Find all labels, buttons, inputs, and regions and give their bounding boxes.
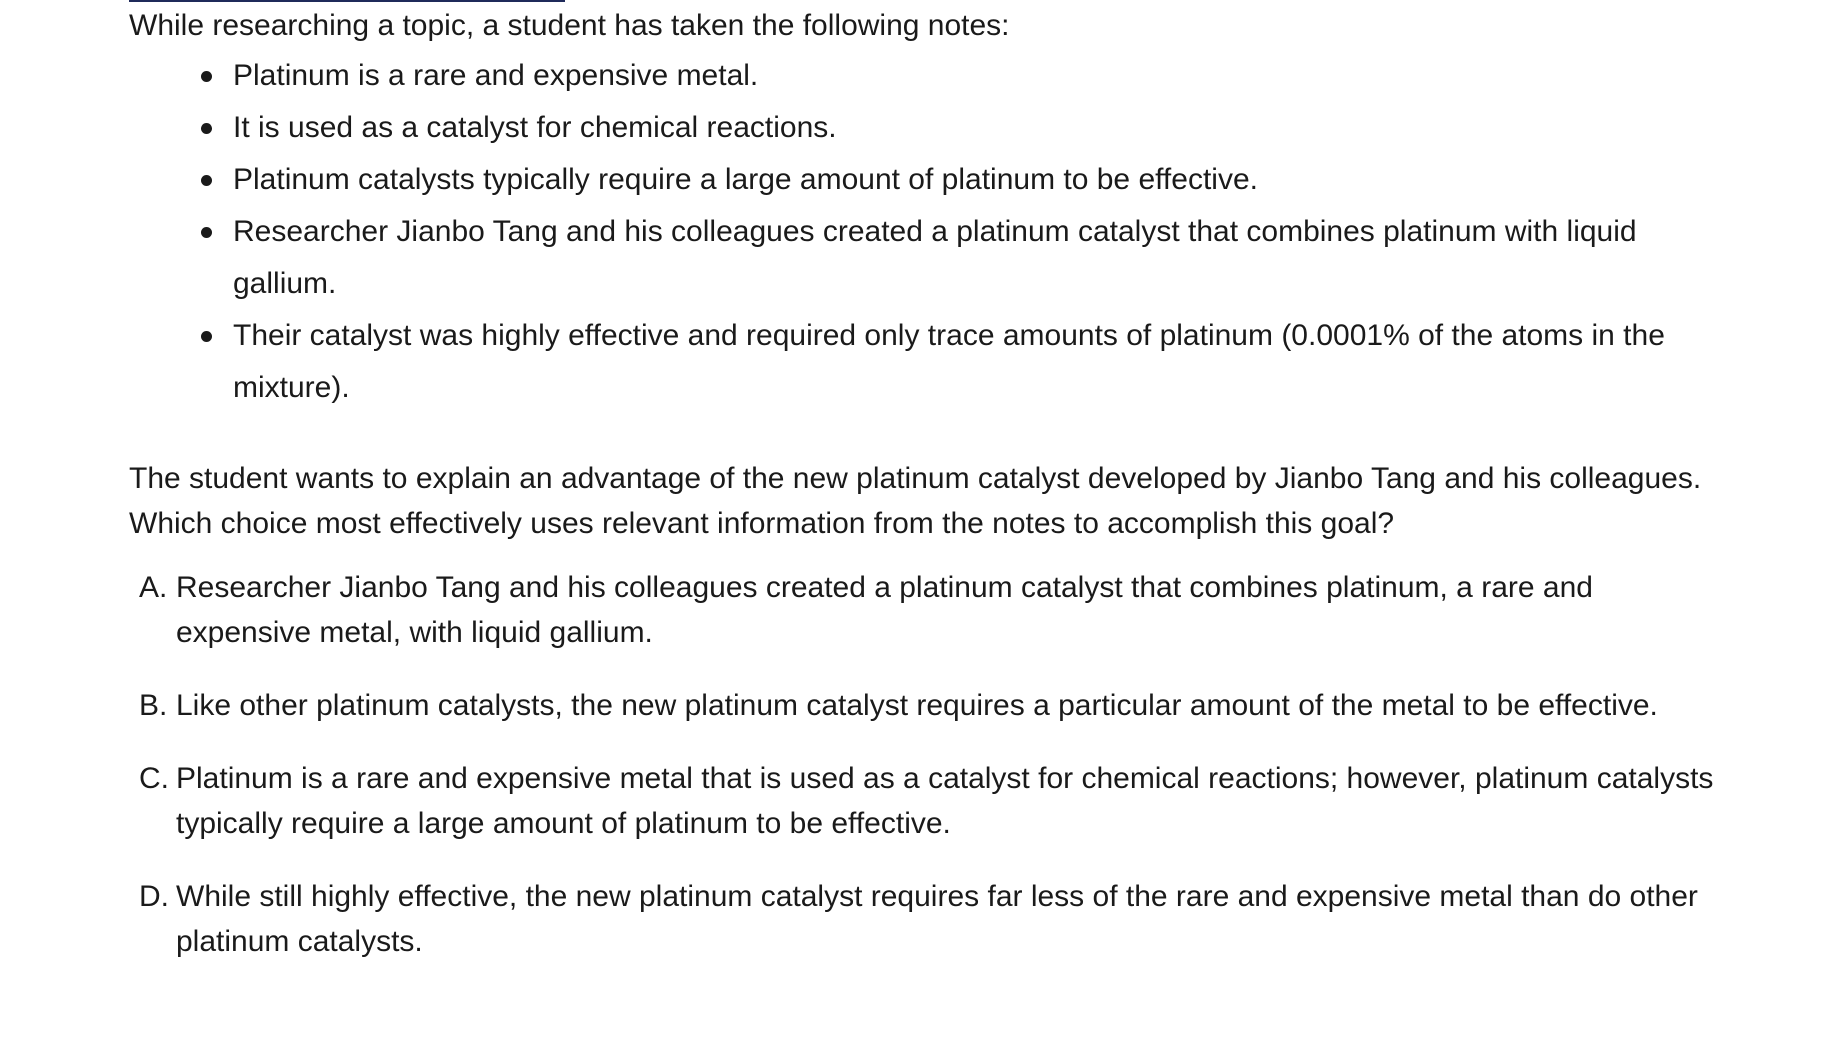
choice-text: Platinum is a rare and expensive metal t…	[176, 762, 1714, 840]
bullet-icon	[201, 123, 212, 134]
choice-letter: D.	[139, 880, 169, 913]
choice-text: Like other platinum catalysts, the new p…	[176, 689, 1658, 722]
bullet-icon	[201, 71, 212, 82]
choice-text: While still highly effective, the new pl…	[176, 880, 1698, 958]
bullet-icon	[201, 175, 212, 186]
bullet-icon	[201, 227, 212, 238]
note-text: It is used as a catalyst for chemical re…	[233, 111, 837, 144]
note-text: Platinum catalysts typically require a l…	[233, 163, 1258, 196]
answer-choice-c[interactable]: C. Platinum is a rare and expensive meta…	[129, 756, 1769, 846]
choice-letter: C.	[139, 762, 169, 795]
bullet-icon	[201, 331, 212, 342]
note-item: Researcher Jianbo Tang and his colleague…	[129, 206, 1769, 310]
choice-text: Researcher Jianbo Tang and his colleague…	[176, 571, 1593, 649]
note-text: Researcher Jianbo Tang and his colleague…	[233, 215, 1637, 300]
question-content: While researching a topic, a student has…	[129, 0, 1769, 992]
note-item: Their catalyst was highly effective and …	[129, 310, 1769, 414]
answer-choices: A. Researcher Jianbo Tang and his collea…	[129, 565, 1769, 964]
choice-letter: A.	[139, 571, 168, 604]
question-stem: The student wants to explain an advantag…	[129, 462, 1702, 540]
note-item: Platinum catalysts typically require a l…	[129, 154, 1769, 206]
notes-list: Platinum is a rare and expensive metal. …	[129, 50, 1769, 414]
choice-letter: B.	[139, 689, 168, 722]
note-text: Their catalyst was highly effective and …	[233, 319, 1665, 404]
note-item: Platinum is a rare and expensive metal.	[129, 50, 1769, 102]
notes-intro: While researching a topic, a student has…	[129, 9, 1010, 42]
note-text: Platinum is a rare and expensive metal.	[233, 59, 759, 92]
note-item: It is used as a catalyst for chemical re…	[129, 102, 1769, 154]
answer-choice-d[interactable]: D. While still highly effective, the new…	[129, 874, 1769, 964]
answer-choice-b[interactable]: B. Like other platinum catalysts, the ne…	[129, 683, 1769, 728]
answer-choice-a[interactable]: A. Researcher Jianbo Tang and his collea…	[129, 565, 1769, 655]
